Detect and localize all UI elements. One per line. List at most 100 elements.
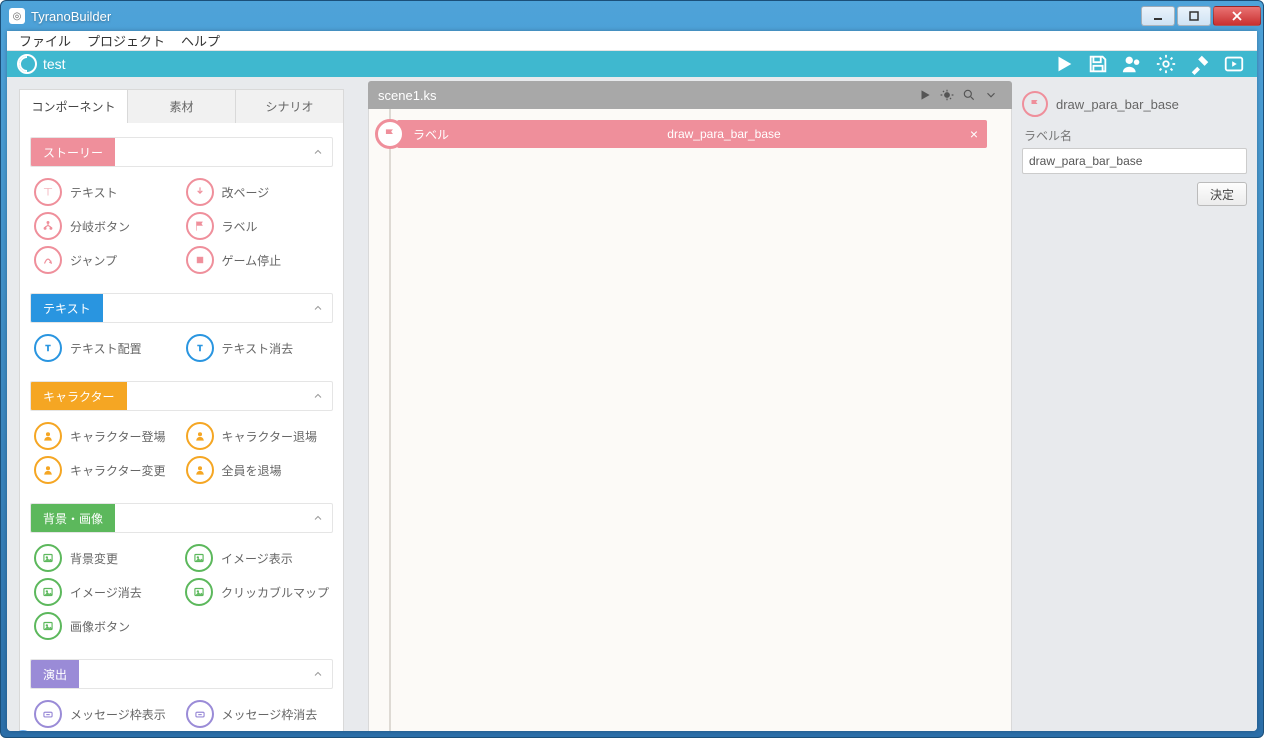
menu-project[interactable]: プロジェクト <box>87 31 165 50</box>
img-icon <box>185 578 213 606</box>
tab-scenario[interactable]: シナリオ <box>236 89 344 123</box>
svg-text:T: T <box>46 344 51 353</box>
component-item[interactable]: 改ページ <box>186 177 330 207</box>
maximize-button[interactable] <box>1177 6 1211 26</box>
node-delete-icon[interactable]: × <box>961 126 987 142</box>
category-body: 背景変更 イメージ表示イメージ消去クリッカブルマップ画像ボタン <box>30 533 333 645</box>
project-toolbar: test <box>7 51 1257 77</box>
component-item[interactable]: テキスト <box>34 177 178 207</box>
img-icon <box>34 578 62 606</box>
component-label: 背景変更 <box>70 550 118 567</box>
flag-icon <box>186 212 214 240</box>
component-item[interactable]: キャラクター変更 <box>34 455 178 485</box>
person-icon <box>34 422 62 450</box>
prop-title: draw_para_bar_base <box>1022 91 1247 117</box>
tab-components[interactable]: コンポーネント <box>19 89 128 123</box>
category-effect: 演出メッセージ枠表示 メッセージ枠消去 <box>30 659 333 731</box>
branch-icon <box>34 212 62 240</box>
component-label: メッセージ枠消去 <box>222 706 318 723</box>
scene-play-icon[interactable] <box>914 88 936 102</box>
component-label: ジャンプ <box>70 252 117 269</box>
chevron-up-icon <box>304 302 332 314</box>
person-icon <box>186 422 214 450</box>
splitter[interactable] <box>352 77 368 731</box>
component-item[interactable]: 背景変更 <box>34 543 177 573</box>
component-item[interactable]: 全員を退場 <box>186 455 330 485</box>
characters-icon[interactable] <box>1119 51 1145 77</box>
component-label: 分岐ボタン <box>70 218 130 235</box>
component-item[interactable]: ラベル <box>186 211 330 241</box>
component-item[interactable]: メッセージ枠表示 <box>34 699 178 729</box>
category-chip: テキスト <box>31 294 103 322</box>
component-label: イメージ表示 <box>221 550 293 567</box>
svg-text:T: T <box>197 344 202 353</box>
timeline-body[interactable]: ラベル draw_para_bar_base × <box>368 109 1012 731</box>
component-item[interactable]: イメージ表示 <box>185 543 329 573</box>
person-icon <box>34 456 62 484</box>
fx-icon <box>34 700 62 728</box>
category-header[interactable]: ストーリー <box>30 137 333 167</box>
scene-header: scene1.ks <box>368 81 1012 109</box>
scene-dropdown-icon[interactable] <box>980 88 1002 102</box>
label-name-input[interactable] <box>1022 148 1247 174</box>
settings-gear-icon[interactable] <box>1153 51 1179 77</box>
save-icon[interactable] <box>1085 51 1111 77</box>
text-icon <box>34 178 62 206</box>
scene-search-icon[interactable] <box>958 88 980 102</box>
component-label: キャラクター登場 <box>70 428 166 445</box>
chevron-up-icon <box>304 390 332 402</box>
tab-assets[interactable]: 素材 <box>128 89 236 123</box>
component-item[interactable]: クリッカブルマップ <box>185 577 329 607</box>
play-icon[interactable] <box>1051 51 1077 77</box>
field-label: ラベル名 <box>1024 127 1247 144</box>
category-header[interactable]: 背景・画像 <box>30 503 333 533</box>
img-icon <box>34 544 62 572</box>
workarea: コンポーネント 素材 シナリオ ストーリーテキスト改ページ分岐ボタンラベルジャン… <box>7 77 1257 731</box>
project-indicator[interactable]: test <box>17 54 66 74</box>
selected-name: draw_para_bar_base <box>1056 97 1179 112</box>
window-title: TyranoBuilder <box>31 9 1139 24</box>
project-name: test <box>43 56 66 72</box>
fx-icon <box>186 700 214 728</box>
menu-help[interactable]: ヘルプ <box>181 31 220 50</box>
category-body: Tテキスト配置 Tテキスト消去 <box>30 323 333 367</box>
timeline-node[interactable]: ラベル draw_para_bar_base × <box>375 119 987 149</box>
person-icon <box>186 456 214 484</box>
tabs: コンポーネント 素材 シナリオ <box>19 89 344 123</box>
component-item[interactable]: イメージ消去 <box>34 577 177 607</box>
minimize-button[interactable] <box>1141 6 1175 26</box>
component-item[interactable]: 画像ボタン <box>34 611 177 641</box>
tt-icon: T <box>34 334 62 362</box>
category-story: ストーリーテキスト改ページ分岐ボタン ラベルジャンプ ゲーム停止 <box>30 137 333 279</box>
component-item[interactable]: Tテキスト配置 <box>34 333 178 363</box>
properties-pane: draw_para_bar_base ラベル名 決定 <box>1012 77 1257 731</box>
component-item[interactable]: メッセージ枠消去 <box>186 699 330 729</box>
category-header[interactable]: キャラクター <box>30 381 333 411</box>
components-panel: ストーリーテキスト改ページ分岐ボタンラベルジャンプゲーム停止テキストTテキスト配… <box>19 123 344 731</box>
component-label: ラベル <box>222 218 258 235</box>
component-label: キャラクター退場 <box>222 428 318 445</box>
component-item[interactable]: ゲーム停止 <box>186 245 330 275</box>
component-item[interactable]: キャラクター登場 <box>34 421 178 451</box>
category-header[interactable]: 演出 <box>30 659 333 689</box>
client-area: ファイル プロジェクト ヘルプ test コンポーネント 素材 <box>7 31 1257 731</box>
component-item[interactable]: ジャンプ <box>34 245 178 275</box>
chevron-up-icon <box>304 146 332 158</box>
component-item[interactable]: Tテキスト消去 <box>186 333 330 363</box>
category-body: テキスト改ページ分岐ボタン ラベルジャンプ ゲーム停止 <box>30 167 333 279</box>
close-button[interactable] <box>1213 6 1261 26</box>
component-label: キャラクター変更 <box>70 462 166 479</box>
tools-icon[interactable] <box>1187 51 1213 77</box>
component-label: 画像ボタン <box>70 618 130 635</box>
submit-button[interactable]: 決定 <box>1197 182 1247 206</box>
export-icon[interactable] <box>1221 51 1247 77</box>
component-item[interactable]: 分岐ボタン <box>34 211 178 241</box>
scene-debug-icon[interactable] <box>936 88 958 102</box>
menu-file[interactable]: ファイル <box>19 31 71 50</box>
scene-filename: scene1.ks <box>378 88 914 103</box>
component-label: メッセージ枠表示 <box>70 706 166 723</box>
category-header[interactable]: テキスト <box>30 293 333 323</box>
category-chip: 背景・画像 <box>31 504 115 532</box>
component-item[interactable]: キャラクター退場 <box>186 421 330 451</box>
node-bar[interactable]: ラベル draw_para_bar_base × <box>397 120 987 148</box>
